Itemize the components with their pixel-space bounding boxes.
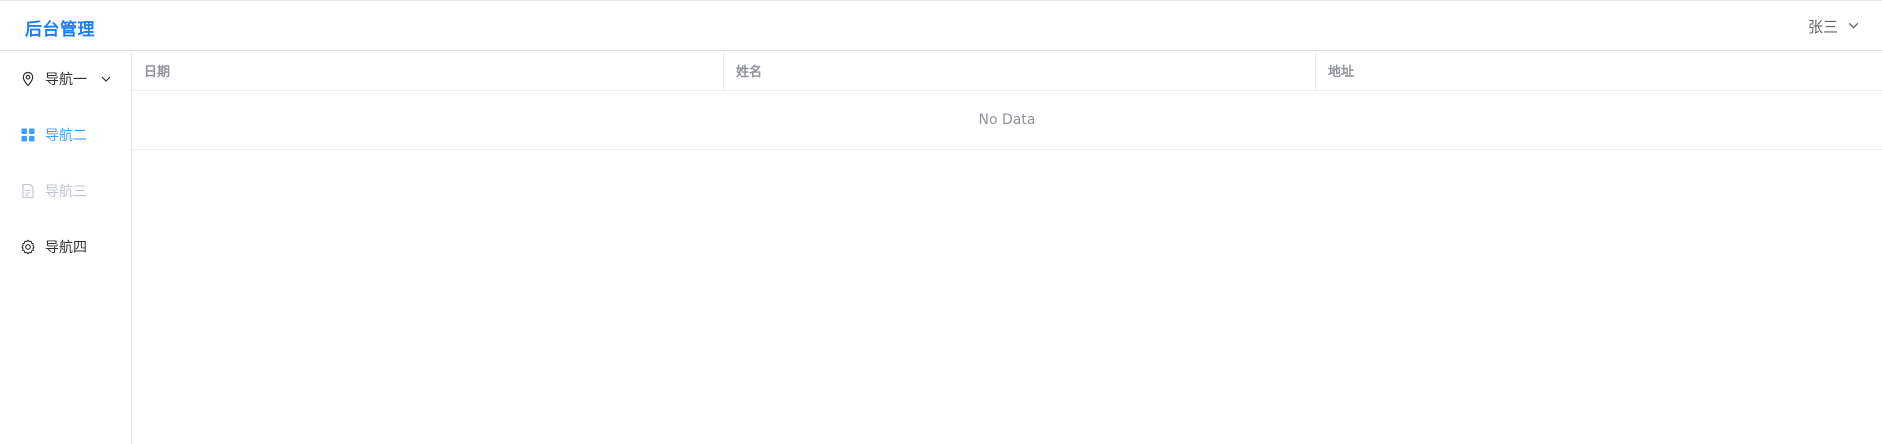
sidebar-item-nav-2[interactable]: 导航二: [0, 107, 131, 163]
main-content: 日期 姓名 地址 No Data: [132, 51, 1882, 444]
document-icon: [20, 183, 36, 199]
sidebar-item-nav-4[interactable]: 导航四: [0, 219, 131, 275]
sidebar-item-label: 导航二: [45, 128, 87, 144]
user-name: 张三: [1807, 18, 1838, 36]
user-dropdown[interactable]: 张三: [1808, 16, 1860, 37]
menu-grid-icon: [20, 127, 36, 143]
sidebar-item-label: 导航一: [45, 72, 87, 88]
sidebar-item-label: 导航三: [45, 184, 87, 200]
column-header-address: 地址: [1328, 65, 1355, 80]
location-icon: [20, 71, 36, 87]
chevron-down-icon: [1847, 18, 1860, 36]
top-header: 后台管理 张三: [0, 0, 1882, 51]
column-header-name: 姓名: [724, 51, 1316, 90]
app-title: 后台管理: [25, 20, 95, 40]
sidebar-item-nav-3[interactable]: 导航三: [0, 163, 131, 219]
column-header-date: 日期: [132, 51, 724, 90]
sidebar-item-nav-1[interactable]: 导航一: [0, 51, 131, 107]
table-empty-state: No Data: [132, 91, 1882, 150]
sidebar-item-label: 导航四: [45, 240, 87, 256]
table-header: 日期 姓名 地址: [132, 51, 1882, 91]
chevron-down-icon: [100, 73, 112, 85]
data-table: 日期 姓名 地址 No Data: [132, 51, 1882, 150]
sidebar-menu: 导航一 导航二 导航三 导航四: [0, 51, 132, 444]
gear-icon: [20, 239, 36, 255]
